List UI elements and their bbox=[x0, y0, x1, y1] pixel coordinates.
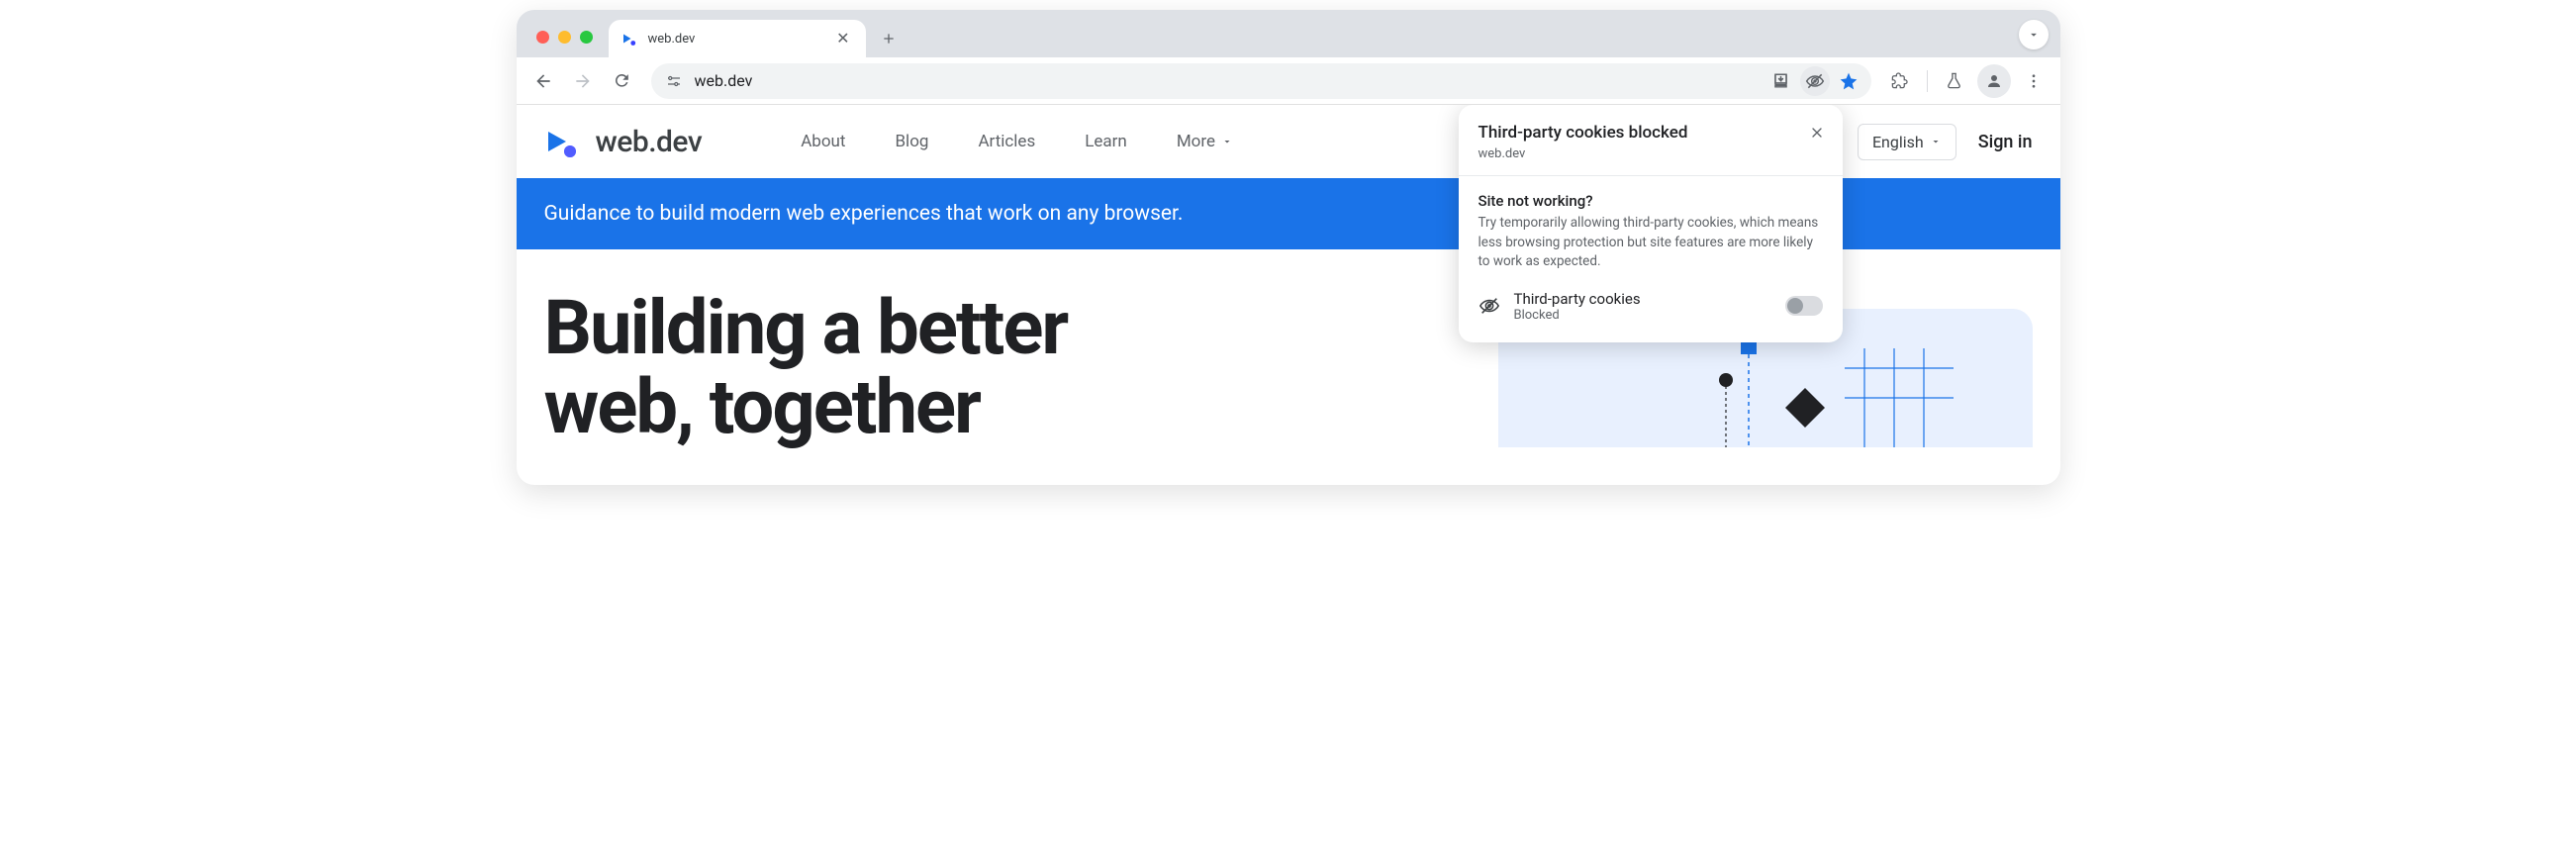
main-nav: About Blog Articles Learn More bbox=[801, 132, 1233, 151]
site-logo[interactable]: web.dev bbox=[544, 122, 703, 161]
hero-line1: Building a better bbox=[544, 283, 1068, 372]
header-right: English Sign in bbox=[1858, 124, 2033, 160]
url-text: web.dev bbox=[695, 71, 1755, 90]
nav-articles[interactable]: Articles bbox=[978, 132, 1035, 151]
new-tab-button[interactable] bbox=[874, 24, 904, 53]
popup-question: Site not working? bbox=[1479, 192, 1823, 210]
tab-search-button[interactable] bbox=[2019, 20, 2049, 49]
browser-toolbar: web.dev bbox=[517, 57, 2060, 105]
extensions-icon[interactable] bbox=[1883, 64, 1917, 98]
nav-more-label: More bbox=[1177, 132, 1215, 151]
banner-text: Guidance to build modern web experiences… bbox=[544, 202, 1184, 226]
address-bar[interactable]: web.dev bbox=[651, 63, 1871, 99]
install-app-icon[interactable] bbox=[1766, 66, 1796, 96]
cookie-text: Third-party cookies Blocked bbox=[1514, 290, 1641, 323]
popup-description: Try temporarily allowing third-party coo… bbox=[1479, 214, 1823, 272]
browser-tab[interactable]: web.dev ✕ bbox=[609, 20, 866, 57]
labs-icon[interactable] bbox=[1938, 64, 1971, 98]
tab-strip: web.dev ✕ bbox=[517, 10, 2060, 57]
site-logo-text: web.dev bbox=[596, 125, 703, 159]
third-party-cookies-blocked-icon[interactable] bbox=[1800, 66, 1830, 96]
bookmark-star-icon[interactable] bbox=[1834, 66, 1863, 96]
nav-more[interactable]: More bbox=[1177, 132, 1233, 151]
popup-close-icon[interactable] bbox=[1805, 121, 1829, 144]
tab-close-icon[interactable]: ✕ bbox=[832, 27, 853, 50]
omnibox-trailing-icons bbox=[1766, 66, 1863, 96]
browser-window: web.dev ✕ web.dev bbox=[517, 10, 2060, 485]
language-selector[interactable]: English bbox=[1858, 124, 1956, 160]
webdev-logo-icon bbox=[544, 122, 584, 161]
forward-button[interactable] bbox=[566, 64, 600, 98]
minimize-window-button[interactable] bbox=[558, 31, 571, 44]
popup-site: web.dev bbox=[1479, 146, 1823, 161]
cookie-status: Blocked bbox=[1514, 308, 1641, 323]
nav-blog[interactable]: Blog bbox=[895, 132, 928, 151]
cookie-toggle[interactable] bbox=[1785, 296, 1823, 316]
nav-learn[interactable]: Learn bbox=[1085, 132, 1127, 151]
signin-link[interactable]: Sign in bbox=[1978, 132, 2033, 152]
page-content: web.dev About Blog Articles Learn More E… bbox=[517, 105, 2060, 485]
hero-heading: Building a better web, together bbox=[544, 289, 1068, 447]
popup-title: Third-party cookies blocked bbox=[1479, 123, 1823, 143]
eye-off-icon bbox=[1479, 295, 1500, 317]
popup-header: Third-party cookies blocked web.dev bbox=[1459, 105, 1843, 176]
window-controls bbox=[528, 31, 601, 57]
toggle-knob bbox=[1787, 298, 1803, 314]
profile-avatar-icon[interactable] bbox=[1977, 64, 2011, 98]
nav-about[interactable]: About bbox=[801, 132, 845, 151]
reload-button[interactable] bbox=[606, 64, 639, 98]
cookie-label: Third-party cookies bbox=[1514, 290, 1641, 308]
hero-line2: web, together bbox=[544, 362, 980, 451]
close-window-button[interactable] bbox=[536, 31, 549, 44]
chevron-down-icon bbox=[1930, 136, 1942, 147]
tab-favicon-icon bbox=[620, 30, 638, 48]
tab-title: web.dev bbox=[648, 32, 696, 47]
third-party-cookies-popup: Third-party cookies blocked web.dev Site… bbox=[1459, 105, 1843, 342]
site-settings-icon[interactable] bbox=[665, 72, 683, 90]
chrome-menu-icon[interactable] bbox=[2017, 64, 2051, 98]
cookie-toggle-row: Third-party cookies Blocked bbox=[1479, 290, 1823, 323]
maximize-window-button[interactable] bbox=[580, 31, 593, 44]
chevron-down-icon bbox=[1221, 136, 1233, 147]
popup-body: Site not working? Try temporarily allowi… bbox=[1459, 176, 1843, 342]
back-button[interactable] bbox=[526, 64, 560, 98]
language-label: English bbox=[1872, 133, 1924, 151]
toolbar-divider bbox=[1927, 70, 1928, 92]
